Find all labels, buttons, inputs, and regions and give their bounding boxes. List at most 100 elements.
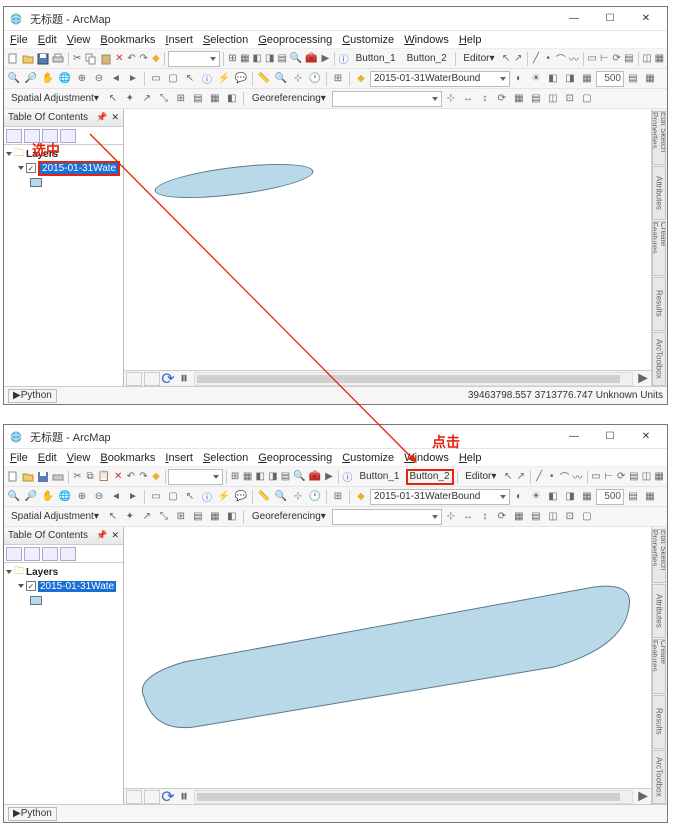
flicker-icon[interactable]: ▦ [579, 71, 595, 87]
attr-icon[interactable]: ▤ [623, 51, 634, 67]
search-icon[interactable]: 🔍 [292, 469, 306, 485]
zoom-in-icon[interactable]: 🔍 [6, 71, 22, 87]
open-icon[interactable] [21, 469, 35, 485]
expand-icon[interactable] [18, 584, 24, 588]
map-canvas[interactable] [124, 527, 651, 788]
paste-icon[interactable] [99, 51, 113, 67]
pause-icon[interactable]: ⏸ [176, 789, 192, 805]
delete-icon[interactable]: ✕ [112, 469, 124, 485]
close-button[interactable]: ✕ [629, 427, 663, 447]
menu-help[interactable]: Help [455, 452, 486, 464]
transparency-icon[interactable]: ◧ [545, 489, 561, 505]
menu-file[interactable]: File [6, 452, 32, 464]
print-icon[interactable] [51, 51, 65, 67]
map-canvas[interactable] [124, 109, 651, 370]
toc-pin-icon[interactable]: 📌 [96, 112, 107, 123]
pause-icon[interactable]: ⏸ [176, 371, 192, 387]
copy-icon[interactable] [84, 51, 98, 67]
trace-icon[interactable]: 〰 [572, 469, 584, 485]
georef-tool-icon[interactable]: ▤ [528, 91, 544, 107]
toolbar-btn[interactable]: ▤ [625, 489, 641, 505]
layer-swatch-icon[interactable] [30, 596, 42, 605]
back-icon[interactable]: ◄ [108, 489, 124, 505]
xy-icon[interactable]: ⊹ [290, 71, 306, 87]
layer-checkbox[interactable]: ✓ [26, 581, 36, 591]
titlebar[interactable]: 无标题 - ArcMap — ☐ ✕ [4, 425, 667, 449]
adj-tool-icon[interactable]: ◧ [224, 91, 240, 107]
fixed-zoom-out-icon[interactable]: ⊖ [91, 489, 107, 505]
scroll-right-icon[interactable]: ► [635, 371, 651, 387]
refresh-icon[interactable]: ⟳ [160, 789, 176, 805]
adj-tool-icon[interactable]: ▦ [207, 509, 223, 525]
zoom-in-icon[interactable]: 🔍 [6, 489, 22, 505]
undo-icon[interactable]: ↶ [126, 51, 137, 67]
menu-selection[interactable]: Selection [199, 452, 252, 464]
toc-close-icon[interactable]: ✕ [111, 530, 119, 541]
toc-close-icon[interactable]: ✕ [111, 112, 119, 123]
georef-menu[interactable]: Georeferencing ▾ [247, 509, 331, 525]
menu-help[interactable]: Help [455, 34, 486, 46]
new-icon[interactable] [6, 469, 20, 485]
flicker-icon[interactable]: ▦ [579, 489, 595, 505]
adj-link-icon[interactable]: ↗ [139, 91, 155, 107]
brightness-icon[interactable]: ☀ [528, 489, 544, 505]
sketch-prop-icon[interactable]: ◫ [641, 51, 652, 67]
adj-link-icon[interactable]: ⤡ [156, 91, 172, 107]
georef-tool-icon[interactable]: ↕ [477, 509, 493, 525]
georef-tool-icon[interactable]: ↔ [460, 91, 476, 107]
tree-layer-row[interactable]: ✓ 2015-01-31Wate [6, 579, 121, 593]
georef-tool-icon[interactable]: ⊹ [443, 509, 459, 525]
viewer-icon[interactable]: ⊞ [330, 489, 346, 505]
effects-icon[interactable]: ◆ [353, 71, 369, 87]
button-1[interactable]: Button_1 [354, 469, 404, 485]
sketch-icon[interactable]: ╱ [533, 469, 545, 485]
adj-tool-icon[interactable]: ↗ [139, 509, 155, 525]
menu-bookmarks[interactable]: Bookmarks [96, 452, 159, 464]
html-popup-icon[interactable]: 💬 [233, 489, 249, 505]
toc-tab[interactable] [42, 547, 58, 561]
expand-icon[interactable] [18, 166, 24, 170]
redo-icon[interactable]: ↷ [138, 469, 150, 485]
spatial-adjustment-menu[interactable]: Spatial Adjustment ▾ [6, 509, 104, 525]
toc-tab-source[interactable] [24, 129, 40, 143]
menu-insert[interactable]: Insert [161, 452, 197, 464]
titlebar[interactable]: 无标题 - ArcMap — ☐ ✕ [4, 7, 667, 31]
menu-bookmarks[interactable]: Bookmarks [96, 34, 159, 46]
layer-checkbox[interactable]: ✓ [26, 163, 36, 173]
find-icon[interactable]: 🔍 [273, 489, 289, 505]
tab-attributes[interactable]: Attributes [652, 166, 666, 220]
layout-view-btn[interactable] [144, 790, 160, 804]
expand-icon[interactable] [6, 152, 12, 156]
info-icon[interactable]: ⓘ [341, 469, 353, 485]
html-popup-icon[interactable]: 💬 [233, 71, 249, 87]
toolbar-btn[interactable]: ▦ [642, 71, 658, 87]
find-icon[interactable]: 🔍 [273, 71, 289, 87]
clear-sel-icon[interactable]: ▢ [165, 71, 181, 87]
attr-icon[interactable]: ▤ [628, 469, 640, 485]
tree-layer-row[interactable]: ✓ 2015-01-31Wate [6, 161, 121, 175]
toc-tree[interactable]: 🗀 Layers ✓ 2015-01-31Wate [4, 145, 123, 386]
adj-select-icon[interactable]: ↖ [105, 91, 121, 107]
menu-geoprocessing[interactable]: Geoprocessing [254, 452, 336, 464]
toolbar-btn[interactable]: ▦ [642, 489, 658, 505]
toolbar-btn[interactable]: ▦ [653, 469, 665, 485]
adj-link-icon[interactable]: ⊞ [173, 91, 189, 107]
close-button[interactable]: ✕ [629, 9, 663, 29]
delete-icon[interactable]: ✕ [114, 51, 125, 67]
toolbar-btn[interactable]: ◧ [254, 469, 266, 485]
toolbar-btn[interactable]: ◨ [264, 51, 275, 67]
zoom-out-icon[interactable]: 🔎 [23, 71, 39, 87]
menu-windows[interactable]: Windows [400, 34, 453, 46]
toolbar-btn[interactable]: ▭ [586, 51, 597, 67]
layer-name[interactable]: 2015-01-31Wate [38, 581, 116, 592]
point-icon[interactable]: • [546, 469, 558, 485]
hyperlink-icon[interactable]: ⚡ [216, 489, 232, 505]
xy-icon[interactable]: ⊹ [290, 489, 306, 505]
h-scrollbar[interactable] [194, 790, 633, 804]
editor-menu[interactable]: Editor ▾ [460, 469, 501, 485]
georef-tool-icon[interactable]: ▤ [528, 509, 544, 525]
scale-combo[interactable] [168, 51, 220, 67]
water-feature[interactable] [124, 527, 644, 787]
adj-tool-icon[interactable]: ✦ [122, 509, 138, 525]
button-2-highlighted[interactable]: Button_2 [406, 469, 454, 485]
